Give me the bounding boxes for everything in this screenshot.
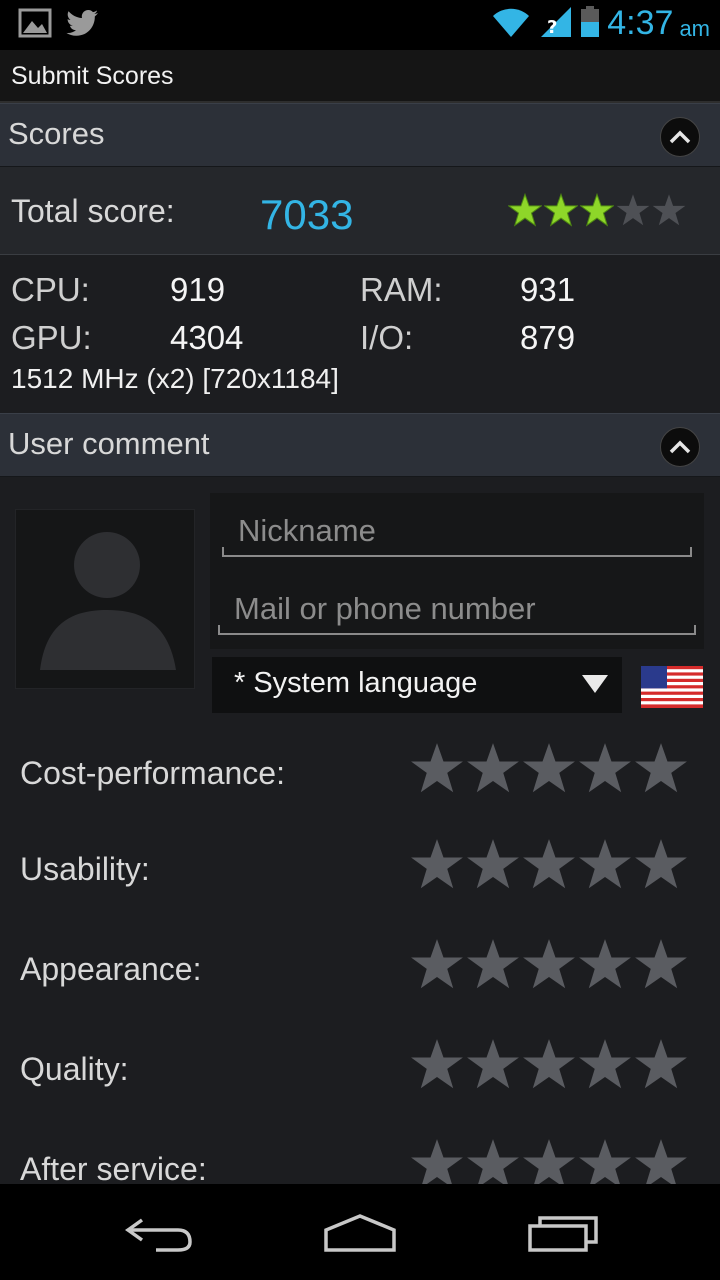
- avatar[interactable]: [15, 509, 195, 689]
- battery-icon: [579, 5, 601, 43]
- rating-star-icon[interactable]: [466, 741, 520, 795]
- io-label: I/O:: [360, 319, 414, 356]
- rating-label: Usability:: [20, 851, 150, 887]
- rating-star-icon[interactable]: [634, 937, 688, 991]
- rating-row: Appearance:: [0, 931, 720, 1021]
- rating-star-icon[interactable]: [466, 837, 520, 891]
- rating-star-icon[interactable]: [410, 1137, 464, 1184]
- us-flag-icon[interactable]: [641, 666, 703, 708]
- rating-star-icon[interactable]: [466, 1037, 520, 1091]
- ram-label: RAM:: [360, 271, 443, 308]
- contact-inputs: Nickname Mail or phone number: [210, 493, 704, 649]
- home-button[interactable]: [320, 1210, 400, 1256]
- rating-stars[interactable]: [410, 1037, 688, 1091]
- rating-star-icon[interactable]: [522, 741, 576, 795]
- star-filled-icon: [544, 193, 578, 227]
- rating-stars[interactable]: [410, 937, 688, 991]
- navigation-bar: [0, 1184, 720, 1280]
- rating-star-icon[interactable]: [634, 741, 688, 795]
- rating-star-icon[interactable]: [578, 1137, 632, 1184]
- total-score-value: 7033: [260, 191, 354, 238]
- star-filled-icon: [508, 193, 542, 227]
- rating-row: Cost-performance:: [0, 735, 720, 825]
- comment-collapse-button[interactable]: [660, 427, 700, 467]
- device-spec-line: 1512 MHz (x2) [720x1184]: [11, 363, 339, 394]
- rating-label: Quality:: [20, 1051, 129, 1087]
- twitter-icon: [66, 8, 100, 42]
- cpu-label: CPU:: [11, 271, 90, 308]
- person-icon: [40, 532, 176, 670]
- signal-icon: ?: [537, 5, 573, 43]
- rating-star-icon[interactable]: [410, 1037, 464, 1091]
- chevron-up-icon: [669, 440, 691, 454]
- rating-star-icon[interactable]: [466, 1137, 520, 1184]
- comment-form: Nickname Mail or phone number * System l…: [0, 477, 720, 1184]
- language-select[interactable]: * System language: [212, 657, 622, 713]
- page-title: Submit Scores: [11, 62, 174, 90]
- rating-star-icon[interactable]: [522, 837, 576, 891]
- rating-star-icon[interactable]: [410, 741, 464, 795]
- rating-label: Appearance:: [20, 951, 202, 987]
- rating-star-icon[interactable]: [578, 837, 632, 891]
- total-score-label: Total score:: [11, 193, 175, 229]
- rating-row: Usability:: [0, 831, 720, 921]
- main-content[interactable]: Scores Total score: 7033 CPU: 919 RAM: 9…: [0, 103, 720, 1184]
- svg-text:?: ?: [547, 17, 557, 38]
- nickname-placeholder: Nickname: [238, 513, 376, 548]
- rating-label: Cost-performance:: [20, 755, 285, 791]
- contact-placeholder: Mail or phone number: [234, 591, 536, 626]
- rating-stars[interactable]: [410, 1137, 688, 1184]
- rating-star-icon[interactable]: [466, 937, 520, 991]
- rating-stars[interactable]: [410, 741, 688, 795]
- rating-star-icon[interactable]: [522, 1137, 576, 1184]
- score-breakdown: CPU: 919 RAM: 931 GPU: 4304 I/O: 879 151…: [0, 255, 720, 413]
- home-icon: [324, 1214, 396, 1252]
- rating-row: Quality:: [0, 1031, 720, 1121]
- rating-star-icon[interactable]: [578, 1037, 632, 1091]
- comment-section-title: User comment: [8, 426, 210, 461]
- back-icon: [124, 1218, 192, 1252]
- star-empty-icon: [616, 194, 650, 226]
- rating-star-icon[interactable]: [578, 741, 632, 795]
- rating-star-icon[interactable]: [410, 837, 464, 891]
- chevron-up-icon: [669, 130, 691, 144]
- recent-apps-icon: [528, 1216, 598, 1252]
- cpu-value: 919: [170, 271, 226, 308]
- dropdown-arrow-icon: [582, 675, 608, 693]
- gpu-value: 4304: [170, 319, 244, 356]
- gpu-label: GPU:: [11, 319, 92, 356]
- rating-label: After service:: [20, 1151, 207, 1184]
- scores-collapse-button[interactable]: [660, 117, 700, 157]
- total-score-stars: [508, 193, 686, 227]
- io-value: 879: [520, 319, 576, 356]
- rating-row: After service:: [0, 1131, 720, 1184]
- rating-star-icon[interactable]: [634, 1037, 688, 1091]
- action-bar: Submit Scores: [0, 50, 720, 103]
- star-filled-icon: [580, 193, 614, 227]
- gallery-icon: [18, 8, 52, 42]
- ram-value: 931: [520, 271, 576, 308]
- clock-time: 4:37: [607, 4, 674, 42]
- scores-section-title: Scores: [8, 116, 105, 151]
- contact-field[interactable]: Mail or phone number: [218, 581, 696, 641]
- rating-star-icon[interactable]: [634, 837, 688, 891]
- star-empty-icon: [652, 194, 686, 226]
- rating-star-icon[interactable]: [522, 937, 576, 991]
- back-button[interactable]: [120, 1210, 200, 1256]
- rating-star-icon[interactable]: [522, 1037, 576, 1091]
- nickname-field[interactable]: Nickname: [222, 503, 692, 563]
- rating-stars[interactable]: [410, 837, 688, 891]
- recents-button[interactable]: [524, 1210, 604, 1256]
- scores-section-header[interactable]: Scores: [0, 103, 720, 167]
- rating-star-icon[interactable]: [410, 937, 464, 991]
- status-bar: ? 4:37 am: [0, 0, 720, 50]
- language-select-value: * System language: [234, 667, 478, 699]
- wifi-icon: [491, 5, 531, 43]
- rating-star-icon[interactable]: [578, 937, 632, 991]
- comment-section-header[interactable]: User comment: [0, 413, 720, 477]
- rating-star-icon[interactable]: [634, 1137, 688, 1184]
- clock-ampm: am: [679, 15, 710, 41]
